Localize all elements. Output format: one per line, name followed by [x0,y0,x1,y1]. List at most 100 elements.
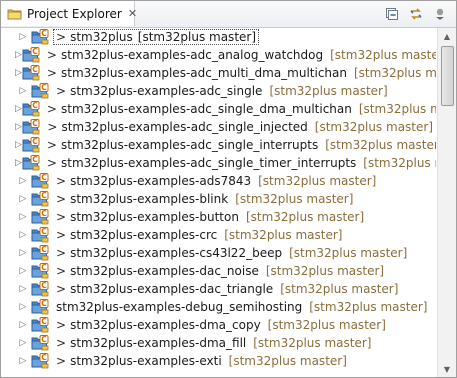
tree-row[interactable]: ▷ C > stm32plus-examples-exti [stm32plus mas… [1,352,436,370]
expand-chevron-icon[interactable]: ▷ [15,226,31,244]
tree-row-label[interactable]: > stm32plus-examples-adc_single [stm32plus… [53,83,391,99]
tree-row[interactable]: ▷ C > stm32plus-examples-adc_single_injecte… [1,118,436,136]
expand-chevron-icon[interactable]: ▷ [15,64,22,82]
expand-chevron-icon[interactable]: ▷ [15,316,31,334]
tree-row[interactable]: ▷ Cstm32plus-examples-debug_semihosting [s… [1,298,436,316]
tree-row[interactable]: ▷ C > stm32plus-examples-blink [stm32plus ma… [1,190,436,208]
project-name: stm32plus-examples-cs43l22_beep [70,246,283,260]
c-project-folder-icon: C [31,335,49,351]
svg-text:C: C [41,317,47,326]
tree-row-label[interactable]: > stm32plus-examples-adc_single_timer_int… [44,155,436,171]
tree-row-label[interactable]: > stm32plus-examples-dma_copy [stm32plus m… [53,317,389,333]
tree-row-label[interactable]: > stm32plus-examples-crc [stm32plus master… [53,227,345,243]
expand-chevron-icon[interactable]: ▷ [15,46,22,64]
tree-row[interactable]: ▷ C > stm32plus [stm32plus master] [1,28,436,46]
project-name: stm32plus-examples-exti [70,354,222,368]
project-name: stm32plus-examples-blink [70,192,229,206]
tree-row-label[interactable]: > stm32plus-examples-blink [stm32plus mast… [53,191,356,207]
c-project-folder-icon: C [22,137,40,153]
git-branch-label: [stm32plus master] [289,246,408,260]
expand-chevron-icon[interactable]: ▷ [15,100,22,118]
expand-chevron-icon[interactable]: ▷ [15,334,31,352]
tree-row[interactable]: ▷ C > stm32plus-examples-dac_triangle [stm32… [1,280,436,298]
vertical-scrollbar[interactable]: ▲ ▼ [437,28,456,377]
c-project-folder-icon: C [31,299,49,315]
svg-text:C: C [41,263,47,272]
c-project-folder-icon: C [22,155,40,171]
tree-row-label[interactable]: > stm32plus-examples-adc_single_interrupt… [44,137,436,153]
expand-chevron-icon[interactable]: ▷ [15,136,22,154]
git-dirty-marker: > [56,246,67,260]
tree-row-label[interactable]: > stm32plus-examples-cs43l22_beep [stm32pl… [53,245,410,261]
git-dirty-marker: > [56,336,67,350]
tree-row[interactable]: ▷ C > stm32plus-examples-dma_copy [stm32plus… [1,316,436,334]
git-branch-label: [stm32plus master] [235,192,354,206]
tree-row-label[interactable]: > stm32plus-examples-exti [stm32plus maste… [53,353,350,369]
git-branch-label: [stm32plus master] [253,336,372,350]
tree-row[interactable]: ▷ C > stm32plus-examples-adc_single_timer_i… [1,154,436,172]
expand-chevron-icon[interactable]: ▷ [15,298,31,316]
scroll-up-icon[interactable]: ▲ [438,28,456,44]
tree-row-label[interactable]: > stm32plus-examples-dac_noise [stm32plus … [53,263,387,279]
svg-text:C: C [41,281,47,290]
scroll-down-icon[interactable]: ▼ [438,361,456,377]
project-name: stm32plus-examples-adc_single_timer_inte… [60,156,357,170]
git-dirty-marker: > [46,48,57,62]
tree-row[interactable]: ▷ C > stm32plus-examples-adc_single_interru… [1,136,436,154]
expand-chevron-icon[interactable]: ▷ [15,28,31,46]
tree-row[interactable]: ▷ C > stm32plus-examples-adc_single_dma_mul… [1,100,436,118]
expand-chevron-icon[interactable]: ▷ [15,190,31,208]
collapse-all-icon[interactable] [384,6,400,22]
close-icon[interactable]: ✕ [128,7,137,20]
expand-chevron-icon[interactable]: ▷ [15,280,31,298]
git-branch-label: [stm32plus master] [258,174,377,188]
tab-project-explorer[interactable]: Project Explorer ✕ [1,1,137,26]
expand-chevron-icon[interactable]: ▷ [15,262,31,280]
project-tree[interactable]: ▷ C > stm32plus [stm32plus master] ▷ C > stm32pl… [1,28,436,377]
tree-row[interactable]: ▷ C > stm32plus-examples-adc_analog_watchdo… [1,46,436,64]
git-dirty-marker: > [56,282,67,296]
project-name: stm32plus-examples-adc_analog_watchdog [60,48,324,62]
c-project-folder-icon: C [22,119,40,135]
tree-row-label[interactable]: stm32plus-examples-debug_semihosting [stm… [53,299,430,315]
expand-chevron-icon[interactable]: ▷ [15,244,31,262]
tree-row-label[interactable]: > stm32plus-examples-adc_single_dma_multi… [44,101,436,117]
c-project-folder-icon: C [31,245,49,261]
tree-row[interactable]: ▷ C > stm32plus-examples-button [stm32plus m… [1,208,436,226]
tree-row-label[interactable]: > stm32plus-examples-adc_single_injected [… [44,119,436,135]
git-branch-label: [stm32plus master] [309,300,428,314]
tree-row[interactable]: ▷ C > stm32plus-examples-adc_single [stm32pl… [1,82,436,100]
tree-row-label[interactable]: > stm32plus-examples-adc_analog_watchdog [… [44,47,436,63]
link-with-editor-icon[interactable] [408,6,424,22]
tree-row-label[interactable]: > stm32plus [stm32plus master] [53,29,260,45]
scrollbar-thumb[interactable] [441,46,454,106]
git-branch-label: [stm32plus master] [354,66,436,80]
expand-chevron-icon[interactable]: ▷ [15,172,31,190]
view-titlebar: Project Explorer ✕ [1,1,456,28]
tree-row-label[interactable]: > stm32plus-examples-adc_multi_dma_multic… [44,65,436,81]
tree-row-label[interactable]: > stm32plus-examples-dac_triangle [stm32pl… [53,281,401,297]
expand-chevron-icon[interactable]: ▷ [15,118,22,136]
tree-row[interactable]: ▷ C > stm32plus-examples-crc [stm32plus mast… [1,226,436,244]
git-dirty-marker: > [56,174,67,188]
expand-chevron-icon[interactable]: ▷ [15,352,31,370]
tree-row-label[interactable]: > stm32plus-examples-dma_fill [stm32plus m… [53,335,374,351]
tree-row[interactable]: ▷ C > stm32plus-examples-dac_noise [stm32plu… [1,262,436,280]
tree-row[interactable]: ▷ C > stm32plus-examples-dma_fill [stm32plus… [1,334,436,352]
tree-row-label[interactable]: > stm32plus-examples-ads7843 [stm32plus ma… [53,173,379,189]
expand-chevron-icon[interactable]: ▷ [15,82,31,100]
project-name: stm32plus-examples-crc [70,228,218,242]
expand-chevron-icon[interactable]: ▷ [15,208,31,226]
tree-row[interactable]: ▷ C > stm32plus-examples-ads7843 [stm32plus … [1,172,436,190]
tree-row[interactable]: ▷ C > stm32plus-examples-cs43l22_beep [stm32… [1,244,436,262]
view-menu-icon[interactable] [432,6,448,22]
git-branch-label: [stm32plus master] [137,30,257,44]
tree-row-label[interactable]: > stm32plus-examples-button [stm32plus mas… [53,209,367,225]
project-name: stm32plus-examples-ads7843 [70,174,252,188]
tree-row[interactable]: ▷ C > stm32plus-examples-adc_multi_dma_mult… [1,64,436,82]
svg-text:C: C [32,101,38,110]
c-project-folder-icon: C [22,101,40,117]
git-dirty-marker: > [46,156,57,170]
svg-text:C: C [41,29,47,38]
expand-chevron-icon[interactable]: ▷ [15,154,22,172]
